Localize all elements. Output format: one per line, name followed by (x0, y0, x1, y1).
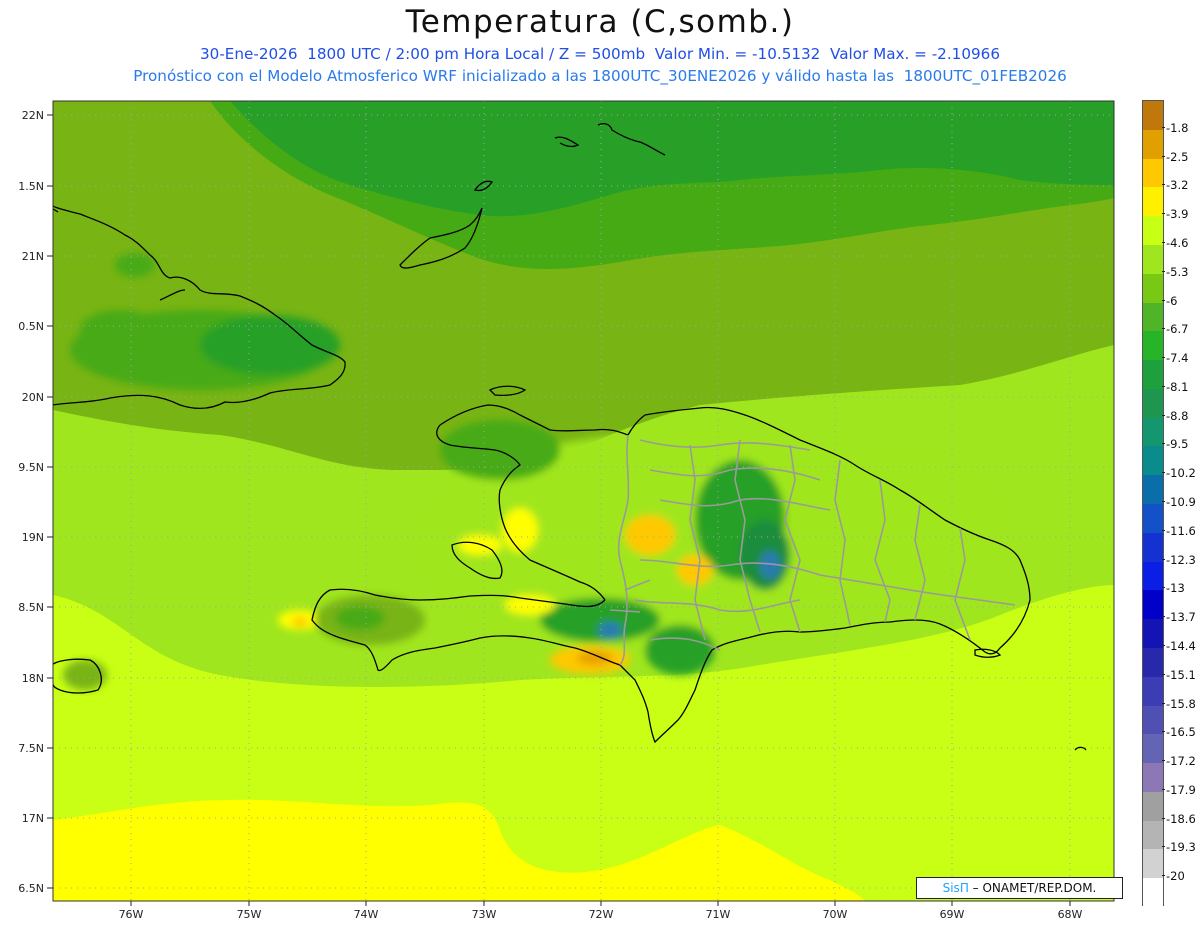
lon-label-3: 73W (472, 908, 497, 921)
color-scale-label: -17.2 (1162, 754, 1196, 769)
color-scale-label: -18.6 (1162, 811, 1196, 826)
color-scale-swatch (1143, 216, 1163, 246)
color-scale-label: -11.6 (1162, 523, 1196, 538)
lat-label-5: 9.5N (18, 461, 44, 474)
color-scale-label: -15.8 (1162, 696, 1196, 711)
color-scale-labels: -1.8 -2.5 -3.2 -3.9 -4.6 -5.3 -6 -6.7 -7.4 -8.1 -8… (1161, 100, 1200, 906)
color-scale-swatch (1143, 187, 1163, 217)
color-scale-label: -6 (1161, 293, 1178, 308)
credit-box: SisΠ – ONAMET/REP.DOM. (916, 877, 1123, 899)
color-scale-swatch (1143, 360, 1163, 390)
color-scale-label: -12.3 (1162, 552, 1196, 567)
lat-label-7: 8.5N (18, 601, 44, 614)
color-scale-label: -15.1 (1162, 667, 1196, 682)
color-scale-swatch (1143, 820, 1163, 850)
latitude-labels: 22N 1.5N 21N 0.5N 20N 9.5N 19N 8.5N 18N … (18, 109, 44, 895)
lat-label-4: 20N (22, 391, 44, 404)
color-scale-label: -13.7 (1162, 610, 1196, 625)
lon-label-4: 72W (589, 908, 614, 921)
color-scale-swatch (1143, 388, 1163, 419)
color-scale-label: -3.2 (1161, 178, 1189, 193)
color-scale-swatch (1143, 791, 1163, 822)
color-scale-swatch (1143, 504, 1163, 534)
lat-label-2: 21N (22, 250, 44, 263)
longitude-axis (130, 901, 1071, 906)
color-scale-swatch (1143, 101, 1163, 131)
color-scale-label: -6.7 (1161, 322, 1189, 337)
lat-label-0: 22N (22, 109, 44, 122)
color-scale-label: -16.5 (1162, 725, 1196, 740)
lon-label-7: 69W (940, 908, 965, 921)
color-scale-label: -20 (1162, 869, 1185, 884)
lat-label-10: 17N (22, 812, 44, 825)
lon-label-1: 75W (237, 908, 262, 921)
color-scale-label: -10.9 (1162, 495, 1196, 509)
color-scale-swatch (1143, 244, 1163, 275)
color-scale-swatch (1143, 763, 1163, 793)
color-scale-label: -4.6 (1161, 235, 1189, 250)
lat-label-3: 0.5N (18, 320, 44, 333)
color-scale-swatch (1143, 273, 1163, 303)
color-scale-label: -10.2 (1162, 466, 1196, 481)
color-scale-bar (1142, 100, 1164, 908)
lon-label-0: 76W (119, 908, 144, 921)
color-scale-swatch (1143, 446, 1163, 476)
lon-label-6: 70W (823, 908, 848, 921)
color-scale-label: -8.8 (1161, 408, 1189, 423)
credit-brand: SisΠ (942, 881, 969, 895)
color-scale-label: -14.4 (1162, 638, 1196, 653)
color-scale-label: -8.1 (1161, 379, 1189, 394)
color-scale-label: -9.5 (1161, 437, 1189, 452)
temperature-field (53, 101, 1114, 901)
color-scale-swatch (1143, 849, 1163, 879)
color-scale-label: -17.9 (1162, 782, 1196, 797)
color-scale-label: -5.3 (1161, 264, 1189, 279)
color-scale-swatch (1143, 705, 1163, 735)
lat-label-9: 7.5N (18, 742, 44, 755)
lat-label-8: 18N (22, 672, 44, 685)
color-scale-label: -2.5 (1161, 149, 1189, 164)
longitude-labels: 76W 75W 74W 73W 72W 71W 70W 69W 68W (119, 908, 1083, 921)
color-scale-label: -13 (1162, 581, 1185, 596)
color-scale-swatch (1143, 532, 1163, 563)
color-scale-swatch (1143, 734, 1163, 764)
lon-label-2: 74W (354, 908, 379, 921)
color-scale-swatch (1143, 417, 1163, 447)
color-scale-swatch (1143, 158, 1163, 188)
lat-label-1: 1.5N (18, 180, 44, 193)
color-scale-swatch (1143, 129, 1163, 160)
lat-label-6: 19N (22, 531, 44, 544)
lon-label-5: 71W (706, 908, 731, 921)
color-scale-swatch (1143, 619, 1163, 649)
color-scale-swatch (1143, 647, 1163, 678)
temperature-map: 22N 1.5N 21N 0.5N 20N 9.5N 19N 8.5N 18N … (18, 100, 1115, 921)
color-scale-label: -7.4 (1161, 351, 1189, 366)
color-scale-swatch (1143, 561, 1163, 591)
latitude-axis (47, 114, 53, 889)
color-scale-label: -1.8 (1161, 120, 1189, 135)
color-scale-swatch (1143, 676, 1163, 706)
lat-label-11: 6.5N (18, 882, 44, 895)
lon-label-8: 68W (1058, 908, 1083, 921)
color-scale-swatch (1143, 475, 1163, 505)
color-scale-label: -19.3 (1162, 840, 1196, 855)
color-scale-swatch (1143, 331, 1163, 361)
color-scale-label: -3.9 (1161, 207, 1189, 222)
credit-text: – ONAMET/REP.DOM. (968, 881, 1097, 895)
color-scale-swatch (1143, 302, 1163, 332)
color-scale-swatch (1143, 878, 1163, 908)
color-scale-swatch (1143, 590, 1163, 620)
